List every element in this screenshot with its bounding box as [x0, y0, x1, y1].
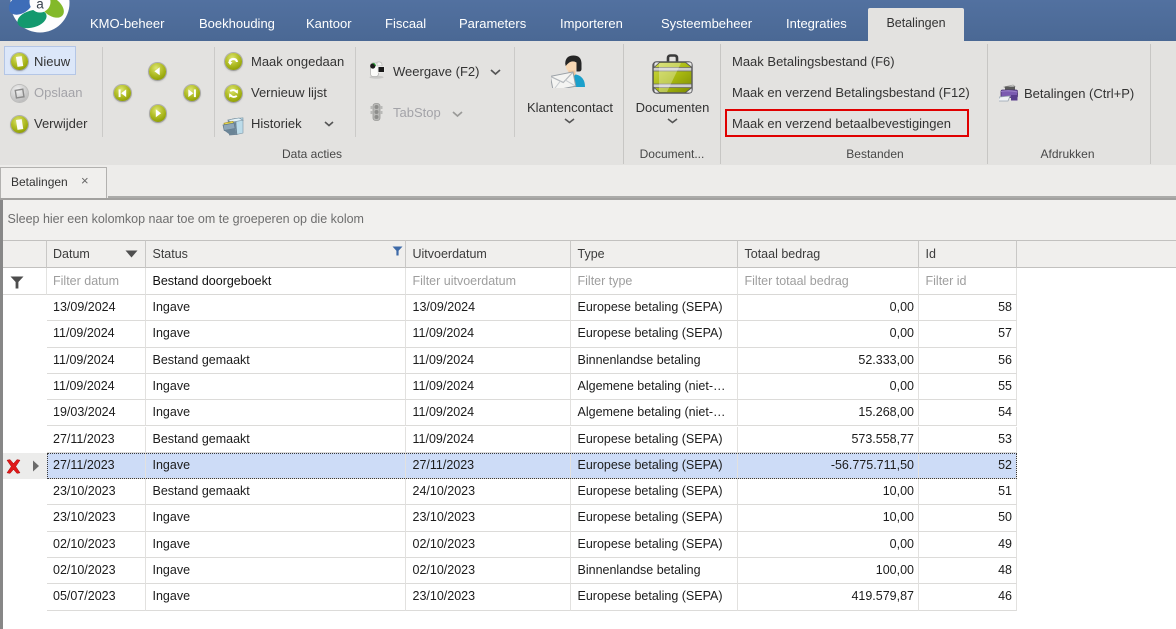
svg-text:a: a: [36, 0, 44, 12]
